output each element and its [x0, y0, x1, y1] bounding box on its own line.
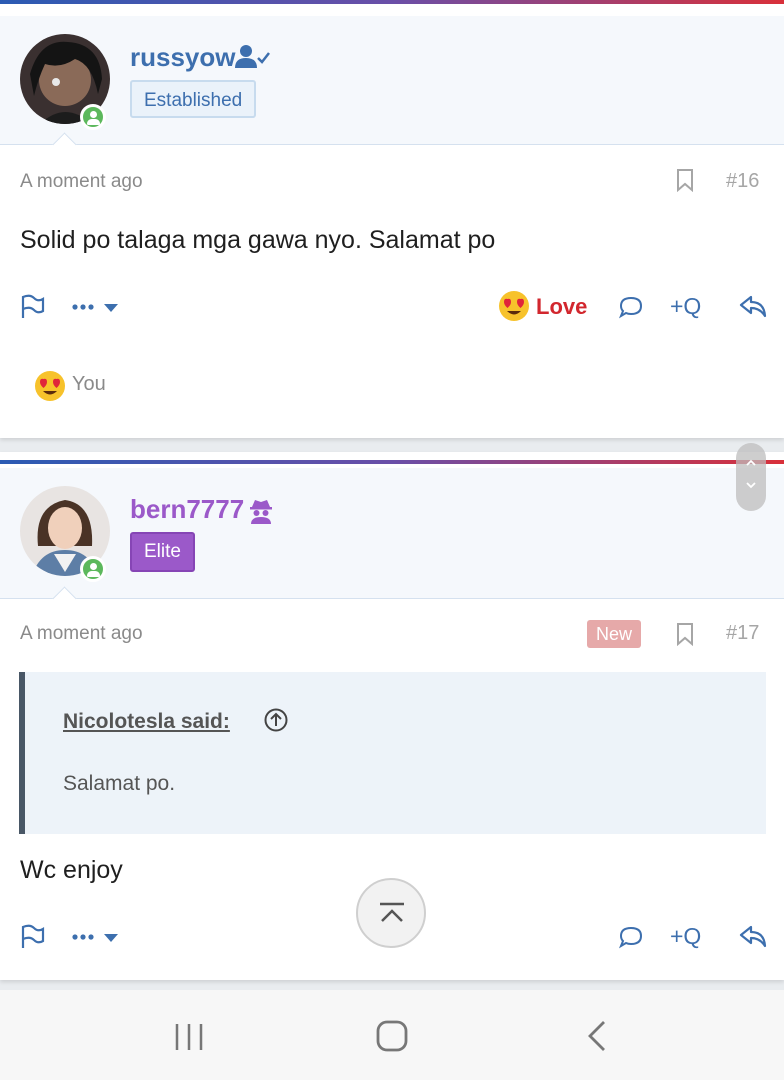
- quote-text: Salamat po.: [63, 772, 176, 795]
- new-badge: New: [587, 620, 642, 648]
- multiquote-button[interactable]: +Q: [670, 923, 701, 950]
- scroll-top-icon: [380, 902, 404, 922]
- chevron-down-icon: [746, 482, 756, 489]
- username[interactable]: russyow: [130, 42, 236, 73]
- header-caret: [52, 132, 77, 157]
- post-time[interactable]: A moment ago: [20, 171, 143, 193]
- user-title-badge: Established: [130, 80, 257, 118]
- comment-icon[interactable]: [618, 294, 644, 325]
- header-caret: [52, 586, 77, 611]
- flag-icon[interactable]: [20, 924, 46, 955]
- chevron-up-icon: [746, 459, 756, 466]
- user-header: russyow Established: [0, 16, 784, 157]
- quote-block: Nicolotesla said: Salamat po.: [19, 672, 766, 834]
- post-number[interactable]: #17: [726, 622, 759, 645]
- reply-icon[interactable]: [738, 292, 768, 325]
- reaction-label[interactable]: Love: [536, 294, 587, 320]
- nav-recent-icon[interactable]: [174, 1022, 204, 1057]
- nav-home-icon[interactable]: [376, 1020, 408, 1057]
- spy-icon: [248, 498, 274, 529]
- system-nav-bar: [0, 990, 784, 1080]
- reactions-user[interactable]: You: [72, 373, 106, 396]
- accent-bar: [0, 460, 784, 464]
- post-time[interactable]: A moment ago: [20, 623, 143, 645]
- flag-icon[interactable]: [20, 294, 46, 325]
- user-header: bern7777 Elite: [0, 468, 784, 611]
- heart-eyes-emoji: [34, 370, 66, 407]
- verified-user-icon: [234, 44, 270, 75]
- heart-eyes-emoji[interactable]: [498, 290, 530, 327]
- more-icon[interactable]: [72, 932, 120, 950]
- bookmark-icon[interactable]: [676, 168, 694, 193]
- accent-bar: [0, 0, 784, 4]
- bookmark-icon[interactable]: [676, 622, 694, 647]
- online-status-icon: [80, 556, 106, 582]
- scroll-handle[interactable]: [736, 443, 766, 511]
- reply-icon[interactable]: [738, 922, 768, 955]
- arrow-up-circle-icon[interactable]: [263, 707, 289, 738]
- post-message: Wc enjoy: [20, 856, 123, 884]
- post-actions: Love +Q: [0, 286, 784, 326]
- online-status-icon: [80, 104, 106, 130]
- multiquote-button[interactable]: +Q: [670, 293, 701, 320]
- more-icon[interactable]: [72, 302, 120, 320]
- quote-author-link[interactable]: Nicolotesla said:: [63, 710, 230, 734]
- user-title-badge: Elite: [130, 532, 195, 572]
- username[interactable]: bern7777: [130, 494, 244, 525]
- post-message: Solid po talaga mga gawa nyo. Salamat po: [20, 226, 496, 254]
- nav-back-icon[interactable]: [586, 1020, 608, 1057]
- post-number[interactable]: #16: [726, 170, 759, 193]
- comment-icon[interactable]: [618, 924, 644, 955]
- scroll-top-button[interactable]: [356, 878, 426, 948]
- post-16: russyow Established A moment ago #16 Sol…: [0, 0, 784, 438]
